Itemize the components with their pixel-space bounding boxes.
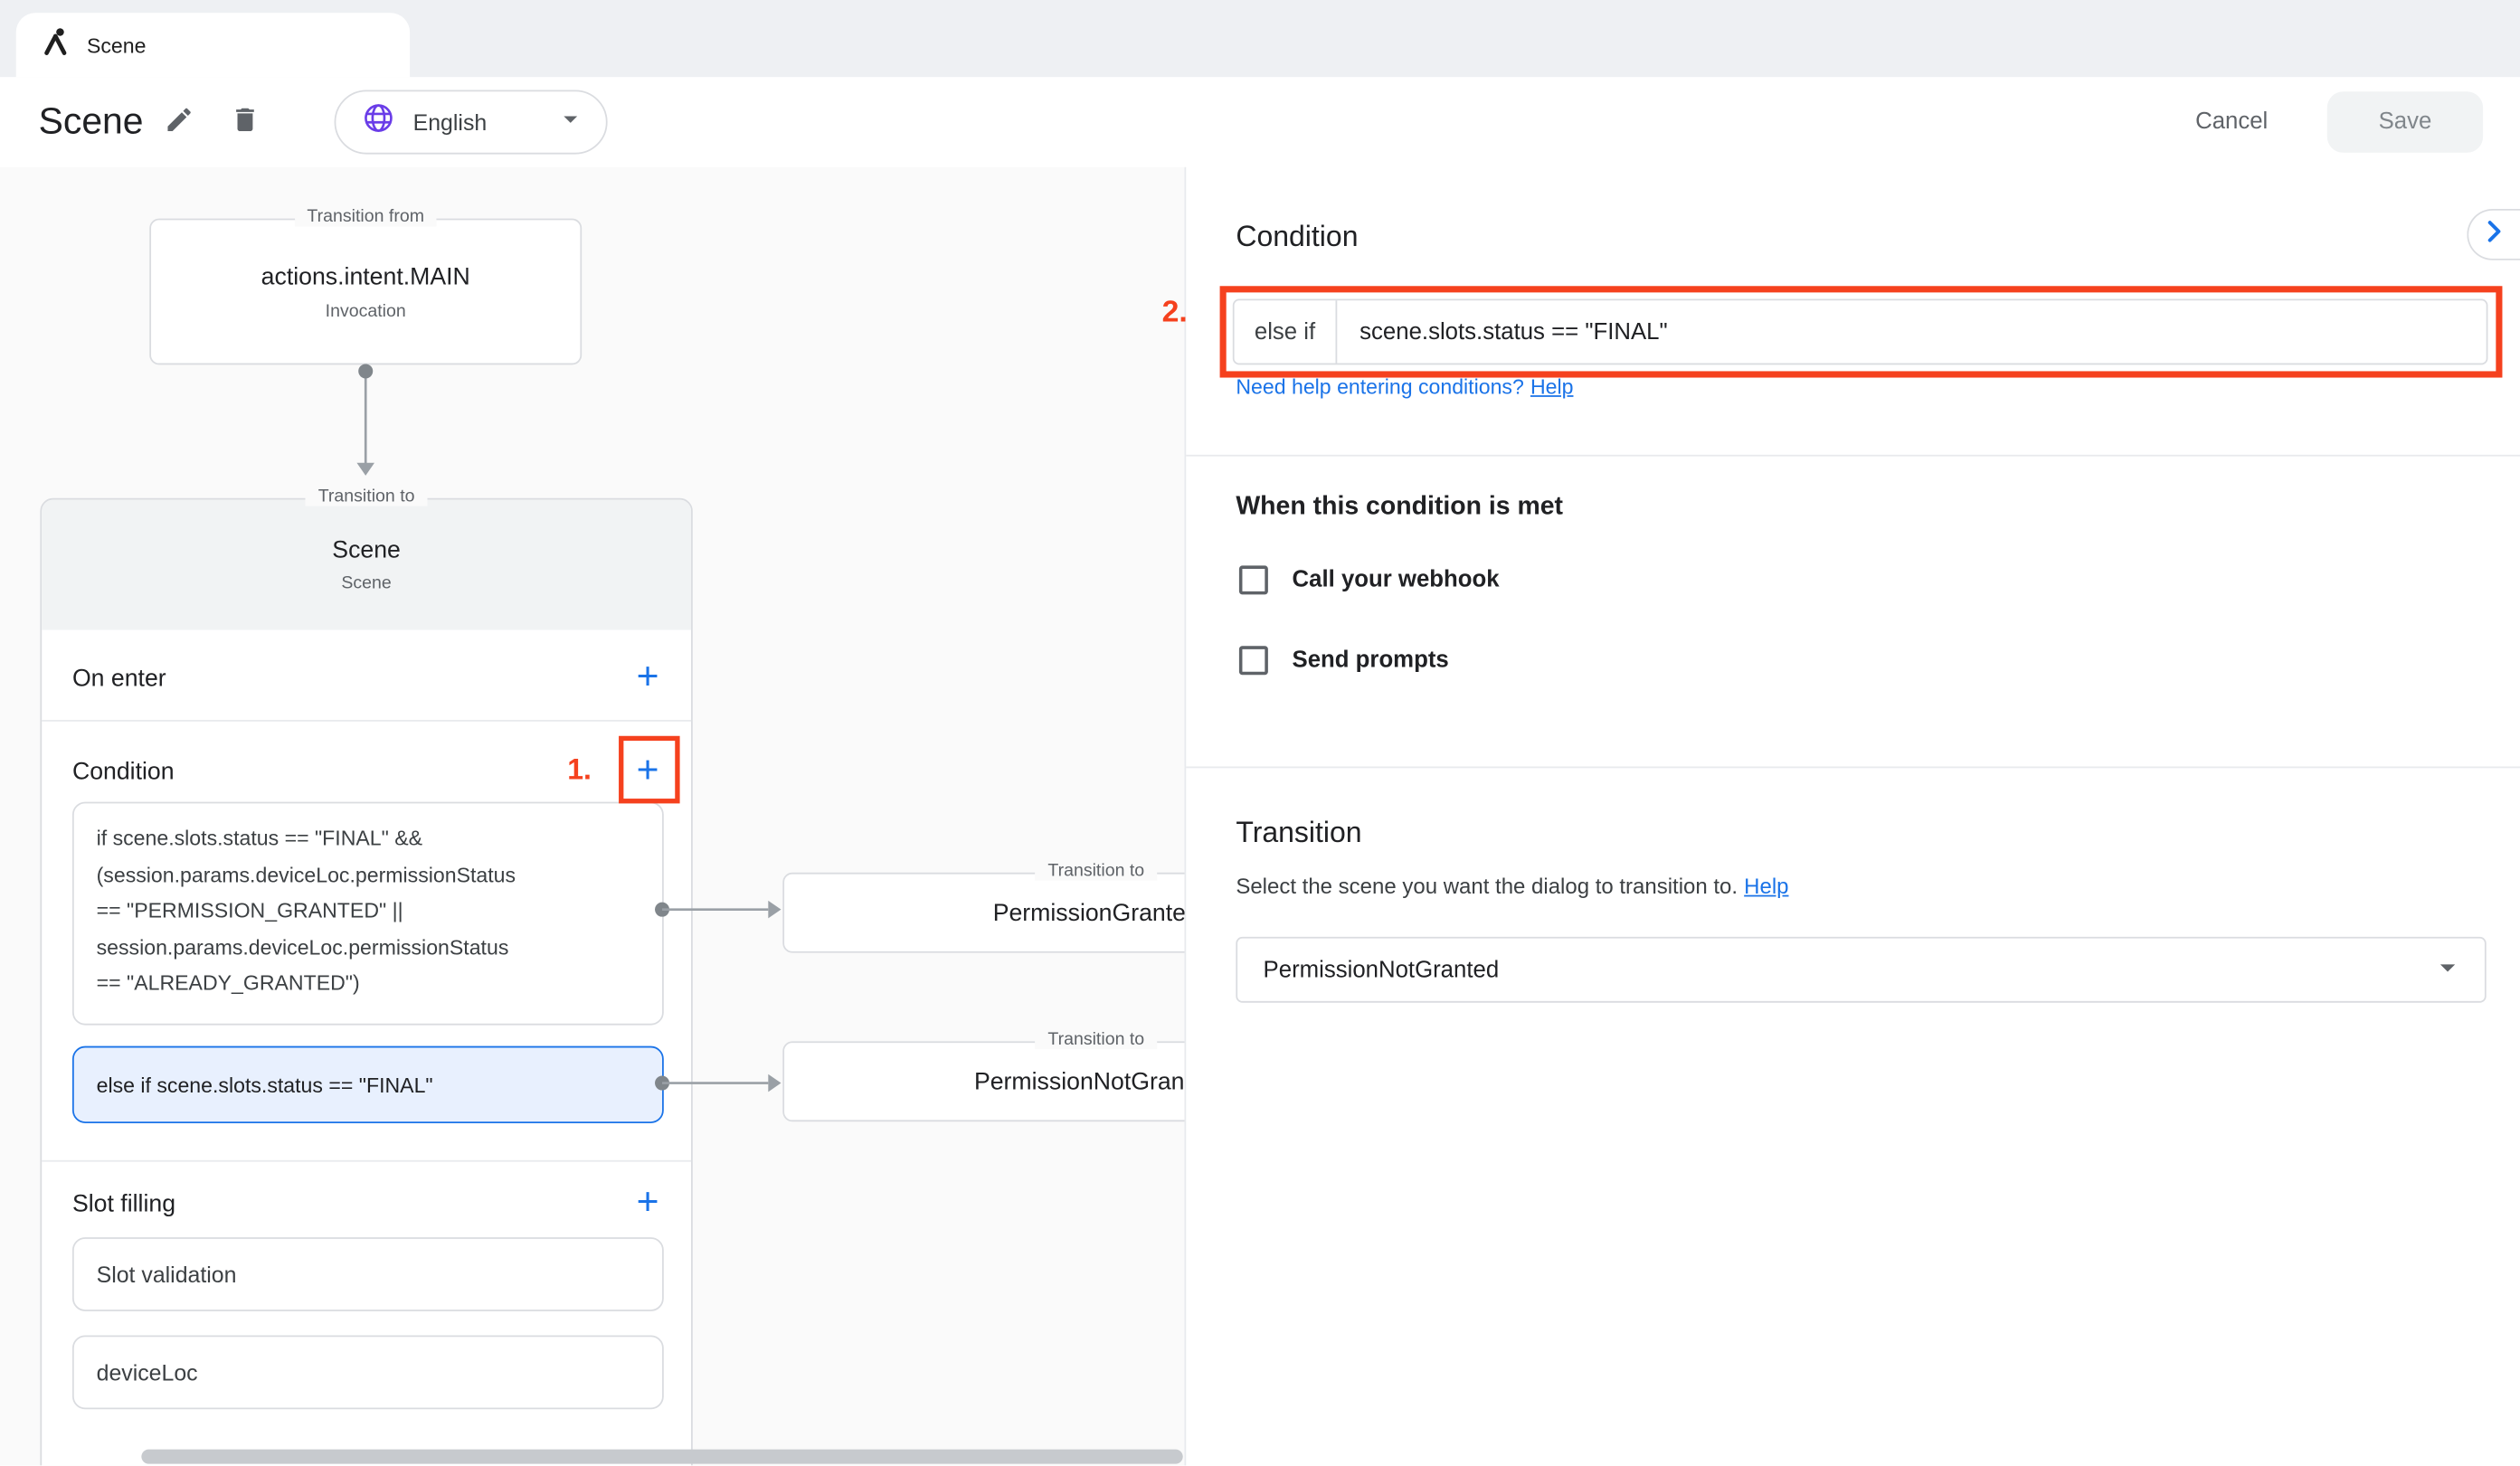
scene-editor-page: Scene Scene (0, 0, 2520, 1465)
transition-section-title: Transition (1236, 817, 1361, 850)
save-button[interactable]: Save (2327, 91, 2483, 153)
condition-expression-input[interactable] (1337, 300, 2486, 363)
globe-icon (362, 101, 395, 143)
panel-title: Condition (1236, 220, 1358, 253)
call-webhook-option[interactable]: Call your webhook (1239, 565, 1500, 594)
slot-filling-section: Slot filling + (72, 1181, 670, 1226)
page-title: Scene (39, 99, 144, 143)
send-prompts-option[interactable]: Send prompts (1239, 646, 1449, 675)
divider (1186, 455, 2520, 457)
scene-card-subtitle: Scene (341, 573, 391, 592)
collapse-panel-button[interactable] (2467, 209, 2520, 260)
transition-help-link[interactable]: Help (1744, 875, 1788, 899)
transition-description-text: Select the scene you want the dialog to … (1236, 875, 1738, 899)
chevron-right-icon (2477, 213, 2512, 256)
app-header: Scene English (0, 77, 2520, 166)
slot-item-deviceloc[interactable]: deviceLoc (72, 1336, 664, 1410)
intent-name: actions.intent.MAIN (261, 263, 470, 290)
condition-detail-panel: Condition 2. else if Need help entering … (1184, 167, 2520, 1466)
condition-editor-row: else if (1233, 298, 2488, 364)
on-enter-label: On enter (72, 665, 166, 692)
checkbox-call-webhook[interactable] (1239, 565, 1268, 594)
transition-description: Select the scene you want the dialog to … (1236, 875, 1788, 899)
browser-tab-bar: Scene (0, 0, 2520, 77)
caret-down-icon (2430, 949, 2465, 990)
slot-item-validation[interactable]: Slot validation (72, 1237, 664, 1311)
edit-scene-name-button[interactable] (159, 104, 198, 143)
cancel-button[interactable]: Cancel (2170, 93, 2294, 151)
divider (1186, 767, 2520, 769)
chevron-down-icon (554, 102, 587, 142)
condition-help-line: Need help entering conditions? Help (1236, 374, 1573, 399)
actions-on-google-icon (42, 26, 69, 63)
add-condition-button[interactable]: + (625, 749, 670, 794)
when-condition-met-title: When this condition is met (1236, 493, 1563, 522)
tab-title: Scene (87, 33, 147, 57)
slot-filling-label: Slot filling (72, 1190, 175, 1217)
scene-card-legend: Transition to (305, 487, 427, 506)
horizontal-scrollbar[interactable] (141, 1450, 1182, 1464)
help-prompt-text: Need help entering conditions? (1236, 374, 1523, 399)
language-selector[interactable]: English (335, 90, 608, 154)
checkbox-send-prompts[interactable] (1239, 646, 1268, 675)
target-legend: Transition to (1035, 861, 1157, 880)
intent-type: Invocation (326, 301, 406, 320)
add-on-enter-button[interactable]: + (625, 656, 670, 701)
browser-tab-scene[interactable]: Scene (16, 13, 410, 77)
condition-label: Condition (72, 758, 175, 785)
target-scene-name: PermissionNotGranted (974, 1068, 1185, 1095)
annotation-step-1: 1. (567, 753, 592, 787)
divider (42, 720, 691, 722)
checkbox-label: Call your webhook (1293, 567, 1500, 592)
delete-scene-button[interactable] (225, 104, 264, 143)
trash-icon (229, 104, 260, 143)
scene-card-title: Scene (332, 536, 401, 563)
pencil-icon (163, 104, 194, 143)
transition-scene-select[interactable]: PermissionNotGranted (1236, 937, 2486, 1003)
checkbox-label: Send prompts (1293, 648, 1449, 673)
language-label: English (413, 109, 537, 135)
add-slot-button[interactable]: + (625, 1181, 670, 1226)
transition-from-legend: Transition from (294, 207, 437, 226)
divider (42, 1160, 691, 1162)
target-scene-name: PermissionGranted (993, 899, 1185, 926)
annotation-step-2: 2. (1162, 296, 1188, 331)
condition-item-2-selected[interactable]: else if scene.slots.status == "FINAL" (72, 1046, 664, 1123)
condition-item-1[interactable]: if scene.slots.status == "FINAL" && (ses… (72, 802, 664, 1026)
condition-operator: else if (1235, 300, 1338, 363)
scene-node-card: Transition to Scene Scene On enter + Con… (40, 498, 692, 1466)
target-legend: Transition to (1035, 1030, 1157, 1049)
scene-diagram-canvas: Transition from actions.intent.MAIN Invo… (0, 167, 1184, 1466)
selected-scene-value: PermissionNotGranted (1264, 957, 1500, 982)
conditions-help-link[interactable]: Help (1530, 374, 1574, 399)
scene-card-header[interactable]: Scene Scene (42, 500, 691, 630)
transition-from-node[interactable]: Transition from actions.intent.MAIN Invo… (149, 219, 582, 365)
transition-target-permissiongranted[interactable]: Transition to PermissionGranted (782, 873, 1184, 953)
transition-target-permissionnotgranted[interactable]: Transition to PermissionNotGranted (782, 1041, 1184, 1121)
on-enter-section: On enter + (72, 656, 670, 701)
